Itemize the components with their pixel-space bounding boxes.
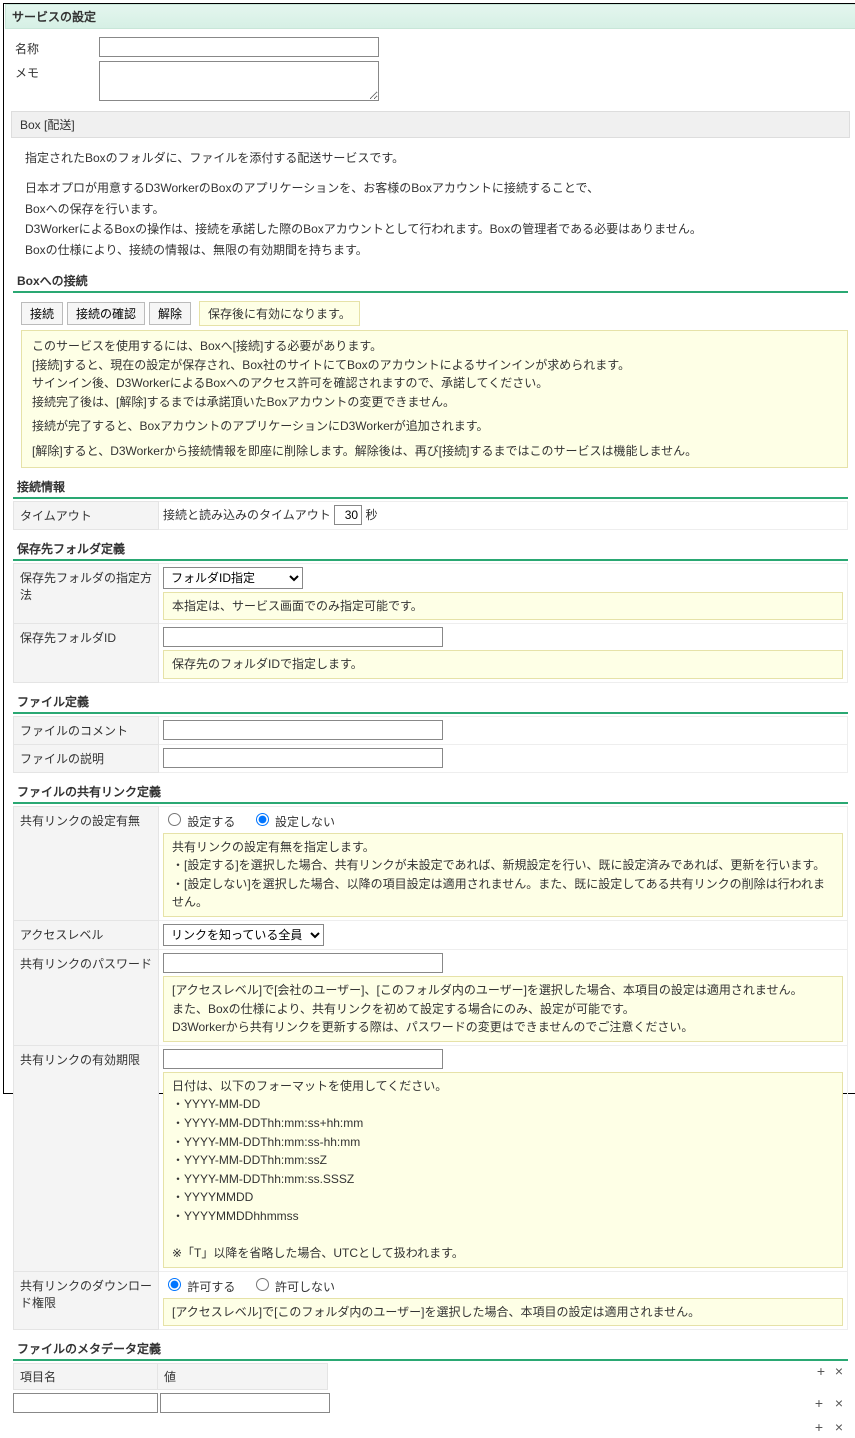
- service-desc-line: Boxの仕様により、接続の情報は、無限の有効期間を持ちます。: [25, 240, 836, 260]
- meta-row: + ×: [13, 1390, 848, 1416]
- service-desc-line: D3WorkerによるBoxの操作は、接続を承諾した際のBoxアカウントとして行…: [25, 219, 836, 239]
- radio-notset-label: 設定しない: [275, 815, 335, 829]
- radio-set-label: 設定する: [187, 815, 235, 829]
- share-expire-help: 日付は、以下のフォーマットを使用してください。 ・YYYY-MM-DD ・YYY…: [163, 1072, 843, 1268]
- share-pw-input[interactable]: [163, 953, 443, 973]
- file-desc-label: ファイルの説明: [14, 744, 159, 772]
- after-save-note: 保存後に有効になります。: [199, 301, 360, 326]
- note-line: 接続完了後は、[解除]するまでは承諾頂いたBoxアカウントの変更できません。: [32, 393, 837, 412]
- note-line: [接続]すると、現在の設定が保存され、Box社のサイトにてBoxのアカウントによ…: [32, 356, 837, 375]
- share-dl-help: [アクセスレベル]で[このフォルダ内のユーザー]を選択した場合、本項目の設定は適…: [163, 1298, 843, 1327]
- add-row-icon[interactable]: +: [810, 1419, 828, 1435]
- timeout-suffix: 秒: [365, 508, 377, 522]
- section-metadata: ファイルのメタデータ定義: [13, 1338, 848, 1361]
- radio-dl-deny-label: 許可しない: [275, 1280, 335, 1294]
- radio-dl-allow[interactable]: [168, 1278, 181, 1291]
- service-desc-line: 日本オプロが用意するD3WorkerのBoxのアプリケーションを、お客様のBox…: [25, 178, 836, 198]
- folder-id-input[interactable]: [163, 627, 443, 647]
- share-set-label: 共有リンクの設定有無: [14, 806, 159, 920]
- folder-method-select[interactable]: フォルダID指定: [163, 567, 303, 589]
- meta-val-input[interactable]: [160, 1393, 330, 1413]
- timeout-prefix: 接続と読み込みのタイムアウト: [163, 508, 331, 522]
- folder-id-label: 保存先フォルダID: [14, 624, 159, 683]
- remove-row-icon[interactable]: ×: [830, 1395, 848, 1411]
- add-row-icon[interactable]: +: [810, 1395, 828, 1411]
- page-title: サービスの設定: [5, 4, 855, 29]
- access-level-select[interactable]: リンクを知っている全員: [163, 924, 324, 946]
- share-expire-input[interactable]: [163, 1049, 443, 1069]
- section-box-connection: Boxへの接続: [13, 270, 848, 293]
- check-connection-button[interactable]: 接続の確認: [67, 302, 145, 325]
- remove-row-icon[interactable]: ×: [830, 1419, 848, 1435]
- share-set-help: 共有リンクの設定有無を指定します。 ・[設定する]を選択した場合、共有リンクが未…: [163, 833, 843, 917]
- file-comment-input[interactable]: [163, 720, 443, 740]
- service-desc-line: Boxへの保存を行います。: [25, 199, 836, 219]
- connection-note: このサービスを使用するには、Boxへ[接続]する必要があります。 [接続]すると…: [21, 330, 848, 468]
- file-comment-label: ファイルのコメント: [14, 716, 159, 744]
- name-label: 名称: [15, 37, 99, 57]
- meta-col-key: 項目名: [13, 1363, 158, 1390]
- note-line: [解除]すると、D3Workerから接続情報を即座に削除します。解除後は、再び[…: [32, 442, 837, 461]
- note-line: このサービスを使用するには、Boxへ[接続]する必要があります。: [32, 337, 837, 356]
- meta-key-input[interactable]: [13, 1393, 158, 1413]
- folder-method-label: 保存先フォルダの指定方法: [14, 563, 159, 624]
- radio-dl-allow-label: 許可する: [187, 1280, 235, 1294]
- timeout-label: タイムアウト: [14, 501, 159, 529]
- memo-textarea[interactable]: [99, 61, 379, 101]
- share-pw-help: [アクセスレベル]で[会社のユーザー]、[このフォルダ内のユーザー]を選択した場…: [163, 976, 843, 1042]
- radio-notset[interactable]: [256, 813, 269, 826]
- share-pw-label: 共有リンクのパスワード: [14, 950, 159, 1046]
- release-button[interactable]: 解除: [149, 302, 191, 325]
- meta-row-footer: + ×: [13, 1416, 848, 1438]
- share-dl-label: 共有リンクのダウンロード権限: [14, 1271, 159, 1330]
- share-set-radio-yes[interactable]: 設定する: [163, 815, 239, 829]
- service-panel-title: Box [配送]: [11, 111, 850, 138]
- radio-dl-deny[interactable]: [256, 1278, 269, 1291]
- memo-label: メモ: [15, 61, 99, 101]
- access-level-label: アクセスレベル: [14, 921, 159, 950]
- share-set-radio-no[interactable]: 設定しない: [251, 815, 335, 829]
- add-row-icon[interactable]: +: [812, 1363, 830, 1390]
- section-connection-info: 接続情報: [13, 476, 848, 499]
- radio-set[interactable]: [168, 813, 181, 826]
- section-file-def: ファイル定義: [13, 691, 848, 714]
- folder-id-help: 保存先のフォルダIDで指定します。: [163, 650, 843, 679]
- name-input[interactable]: [99, 37, 379, 57]
- dl-deny-radio[interactable]: 許可しない: [251, 1280, 335, 1294]
- remove-row-icon[interactable]: ×: [830, 1363, 848, 1390]
- share-expire-label: 共有リンクの有効期限: [14, 1045, 159, 1271]
- timeout-input[interactable]: [334, 505, 362, 525]
- file-desc-input[interactable]: [163, 748, 443, 768]
- service-desc-line: 指定されたBoxのフォルダに、ファイルを添付する配送サービスです。: [25, 148, 836, 168]
- connect-button[interactable]: 接続: [21, 302, 63, 325]
- section-share-link: ファイルの共有リンク定義: [13, 781, 848, 804]
- dl-allow-radio[interactable]: 許可する: [163, 1280, 239, 1294]
- note-line: サインイン後、D3WorkerによるBoxへのアクセス許可を確認されますので、承…: [32, 374, 837, 393]
- section-save-folder: 保存先フォルダ定義: [13, 538, 848, 561]
- note-line: 接続が完了すると、BoxアカウントのアプリケーションにD3Workerが追加され…: [32, 417, 837, 436]
- meta-col-val: 値: [158, 1363, 328, 1390]
- folder-method-help: 本指定は、サービス画面でのみ指定可能です。: [163, 592, 843, 621]
